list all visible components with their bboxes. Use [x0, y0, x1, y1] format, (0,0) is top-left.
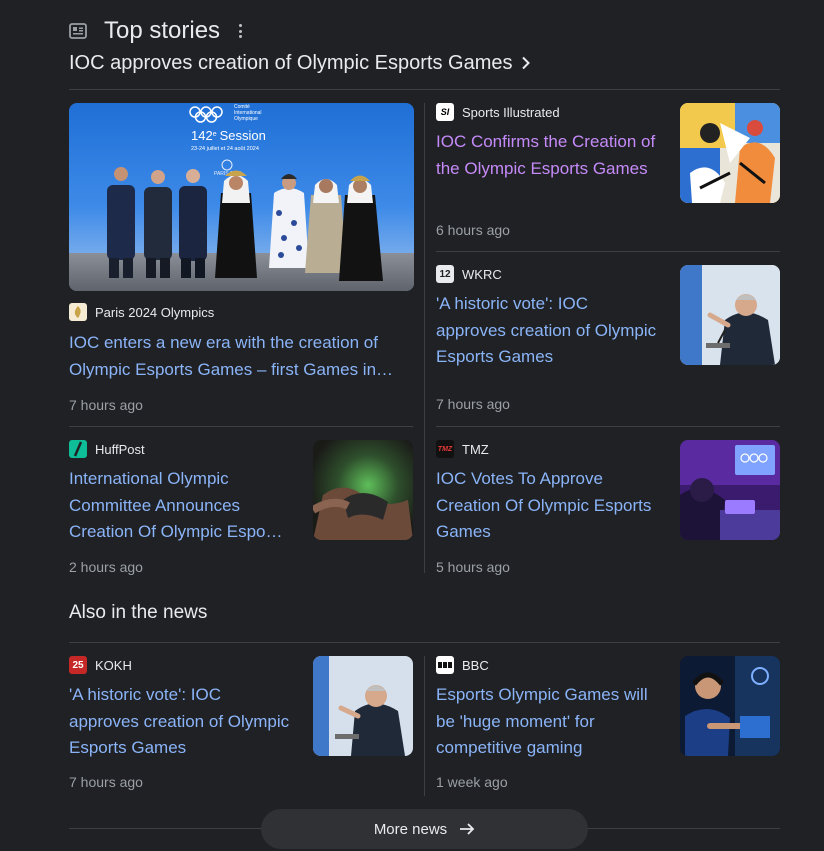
- story-thumbnail-illustration[interactable]: [680, 103, 780, 203]
- news-thumbnail-gamer[interactable]: [680, 656, 780, 756]
- story-source-name: KOKH: [95, 657, 132, 673]
- story-time: 1 week ago: [436, 774, 508, 790]
- story-headline[interactable]: Esports Olympic Games will be 'huge mome…: [436, 682, 661, 762]
- story-thumbnail-gaming-setup[interactable]: [680, 440, 780, 540]
- divider: [436, 251, 780, 252]
- featured-source: Paris 2024 Olympics: [69, 303, 214, 321]
- story-source: SI Sports Illustrated: [436, 103, 560, 121]
- divider: [436, 426, 780, 427]
- story-source-name: HuffPost: [95, 441, 145, 457]
- story-source-name: BBC: [462, 657, 489, 673]
- story-cluster-title[interactable]: IOC approves creation of Olympic Esports…: [69, 49, 531, 77]
- chevron-right-icon: [521, 56, 530, 70]
- paris-2024-logo-icon: [69, 303, 87, 321]
- column-divider: [424, 656, 425, 796]
- more-news-button[interactable]: More news: [261, 809, 588, 849]
- story-headline[interactable]: International Olympic Committee Announce…: [69, 466, 294, 546]
- story-source-name: TMZ: [462, 441, 489, 457]
- top-stories-header: Top stories: [69, 14, 244, 48]
- wkrc-logo-icon: 12: [436, 265, 454, 283]
- divider: [69, 89, 780, 90]
- story-time: 5 hours ago: [436, 559, 510, 575]
- bbc-logo-icon: [436, 656, 454, 674]
- story-thumbnail-controller[interactable]: [313, 440, 413, 540]
- story-source: 12 WKRC: [436, 265, 502, 283]
- image-session-suffix: e: [213, 131, 217, 138]
- story-source-name: Sports Illustrated: [462, 104, 560, 120]
- column-divider: [424, 103, 425, 573]
- newspaper-icon: [69, 23, 87, 39]
- story-cluster-title-text: IOC approves creation of Olympic Esports…: [69, 51, 513, 74]
- more-options-icon[interactable]: [236, 22, 244, 40]
- tmz-logo-icon: TMZ: [436, 440, 454, 458]
- story-headline[interactable]: IOC Votes To Approve Creation Of Olympic…: [436, 466, 661, 546]
- svg-text:142eSession: 142e Session: [191, 128, 266, 143]
- sports-illustrated-logo-icon: SI: [436, 103, 454, 121]
- featured-source-name: Paris 2024 Olympics: [95, 304, 215, 320]
- story-thumbnail-speaker[interactable]: [680, 265, 780, 365]
- story-source: TMZ TMZ: [436, 440, 489, 458]
- featured-time: 7 hours ago: [69, 397, 143, 413]
- image-dates: 23-24 juillet et 24 août 2024: [191, 146, 259, 152]
- story-headline[interactable]: IOC Confirms the Creation of the Olympic…: [436, 129, 656, 182]
- story-headline[interactable]: 'A historic vote': IOC approves creation…: [69, 682, 294, 762]
- kokh-logo-icon: 25: [69, 656, 87, 674]
- image-session-word: Session: [220, 128, 266, 143]
- story-source: BBC: [436, 656, 489, 674]
- image-brand-3: Olympique: [234, 116, 258, 122]
- divider: [69, 426, 413, 427]
- image-session-number: 142: [191, 128, 213, 143]
- featured-story[interactable]: Comité International Olympique 142e Sessi…: [69, 103, 414, 413]
- story-time: 7 hours ago: [436, 396, 510, 412]
- more-news-label: More news: [373, 820, 448, 838]
- story-time: 7 hours ago: [69, 774, 143, 790]
- featured-image[interactable]: Comité International Olympique 142e Sessi…: [69, 103, 414, 291]
- arrow-right-icon: [460, 823, 475, 835]
- section-title: Top stories: [104, 17, 221, 44]
- news-thumbnail-speaker[interactable]: [313, 656, 413, 756]
- story-source: HuffPost: [69, 440, 145, 458]
- huffpost-logo-icon: [69, 440, 87, 458]
- featured-headline[interactable]: IOC enters a new era with the creation o…: [69, 330, 414, 383]
- story-time: 6 hours ago: [436, 222, 510, 238]
- also-in-the-news-title: Also in the news: [69, 602, 208, 623]
- story-source-name: WKRC: [462, 266, 502, 282]
- divider: [69, 642, 780, 643]
- story-source: 25 KOKH: [69, 656, 132, 674]
- story-headline[interactable]: 'A historic vote': IOC approves creation…: [436, 291, 661, 371]
- story-time: 2 hours ago: [69, 559, 143, 575]
